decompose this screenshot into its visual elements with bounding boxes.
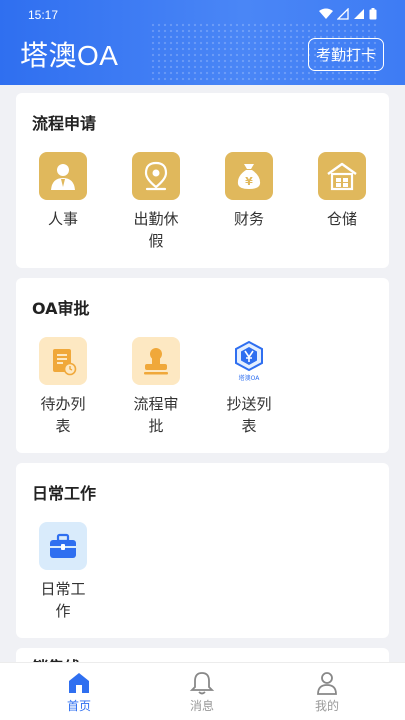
svg-text:¥: ¥ [245, 175, 253, 188]
status-bar: 15:17 [0, 0, 405, 30]
status-time: 15:17 [28, 8, 59, 22]
grid-item-cc-list[interactable]: 塔澳OA 抄送列表 [209, 337, 289, 437]
grid-item-todo[interactable]: 待办列表 [23, 337, 103, 437]
checkin-button[interactable]: 考勤打卡 [308, 38, 384, 71]
briefcase-icon [39, 522, 87, 570]
signal-icon [337, 8, 349, 20]
status-icons [319, 8, 377, 20]
grid-item-label: 财务 [233, 210, 264, 228]
money-bag-icon: ¥ [225, 152, 273, 200]
grid-item-label: 出勤休假 [133, 210, 179, 250]
section-title: 日常工作 [32, 484, 97, 503]
location-pin-icon [132, 152, 180, 200]
tab-home[interactable]: 首页 [49, 671, 109, 714]
tab-label: 我的 [314, 699, 339, 713]
grid-item-label: 抄送列表 [226, 395, 272, 435]
app-logo-icon: 塔澳OA [225, 337, 273, 385]
section-title: 流程申请 [32, 114, 97, 133]
grid-item-approval[interactable]: 流程审批 [116, 337, 196, 437]
grid-item-label: 人事 [47, 210, 78, 228]
grid-item-warehouse[interactable]: 仓储 [302, 152, 382, 230]
battery-icon [369, 8, 377, 20]
bell-icon [189, 672, 215, 695]
todo-document-icon [39, 337, 87, 385]
stamp-icon [132, 337, 180, 385]
grid-item-label: 仓储 [326, 210, 357, 228]
person-icon [39, 152, 87, 200]
wifi-icon [319, 8, 333, 19]
tab-mine[interactable]: 我的 [297, 671, 357, 714]
signal-icon [354, 9, 364, 19]
home-icon [69, 673, 89, 693]
app-title: 塔澳OA [20, 40, 119, 71]
grid-item-daily-work[interactable]: 日常工作 [23, 522, 103, 622]
section-title: OA审批 [32, 299, 90, 318]
grid-item-label: 流程审批 [133, 395, 179, 435]
grid-item-finance[interactable]: ¥ 财务 [209, 152, 289, 230]
app-header: 15:17 塔澳OA 考勤打卡 [0, 0, 405, 85]
grid-item-hr[interactable]: 人事 [23, 152, 103, 230]
grid-item-label: 日常工作 [40, 580, 86, 620]
warehouse-icon [318, 152, 366, 200]
process-apply-card: 流程申请 人事 出勤休假 ¥ 财务 仓储 [16, 93, 389, 268]
tab-label: 首页 [66, 699, 91, 713]
tab-label: 消息 [189, 699, 214, 713]
daily-work-card: 日常工作 日常工作 [16, 463, 389, 638]
user-icon [317, 672, 337, 695]
tab-messages[interactable]: 消息 [172, 671, 232, 714]
bottom-tab-bar: 首页 消息 我的 [0, 662, 405, 720]
grid-item-attendance[interactable]: 出勤休假 [116, 152, 196, 252]
oa-approval-card: OA审批 待办列表 流程审批 塔澳OA 抄送列表 [16, 278, 389, 453]
svg-text:塔澳OA: 塔澳OA [239, 374, 261, 382]
grid-item-label: 待办列表 [40, 395, 86, 435]
